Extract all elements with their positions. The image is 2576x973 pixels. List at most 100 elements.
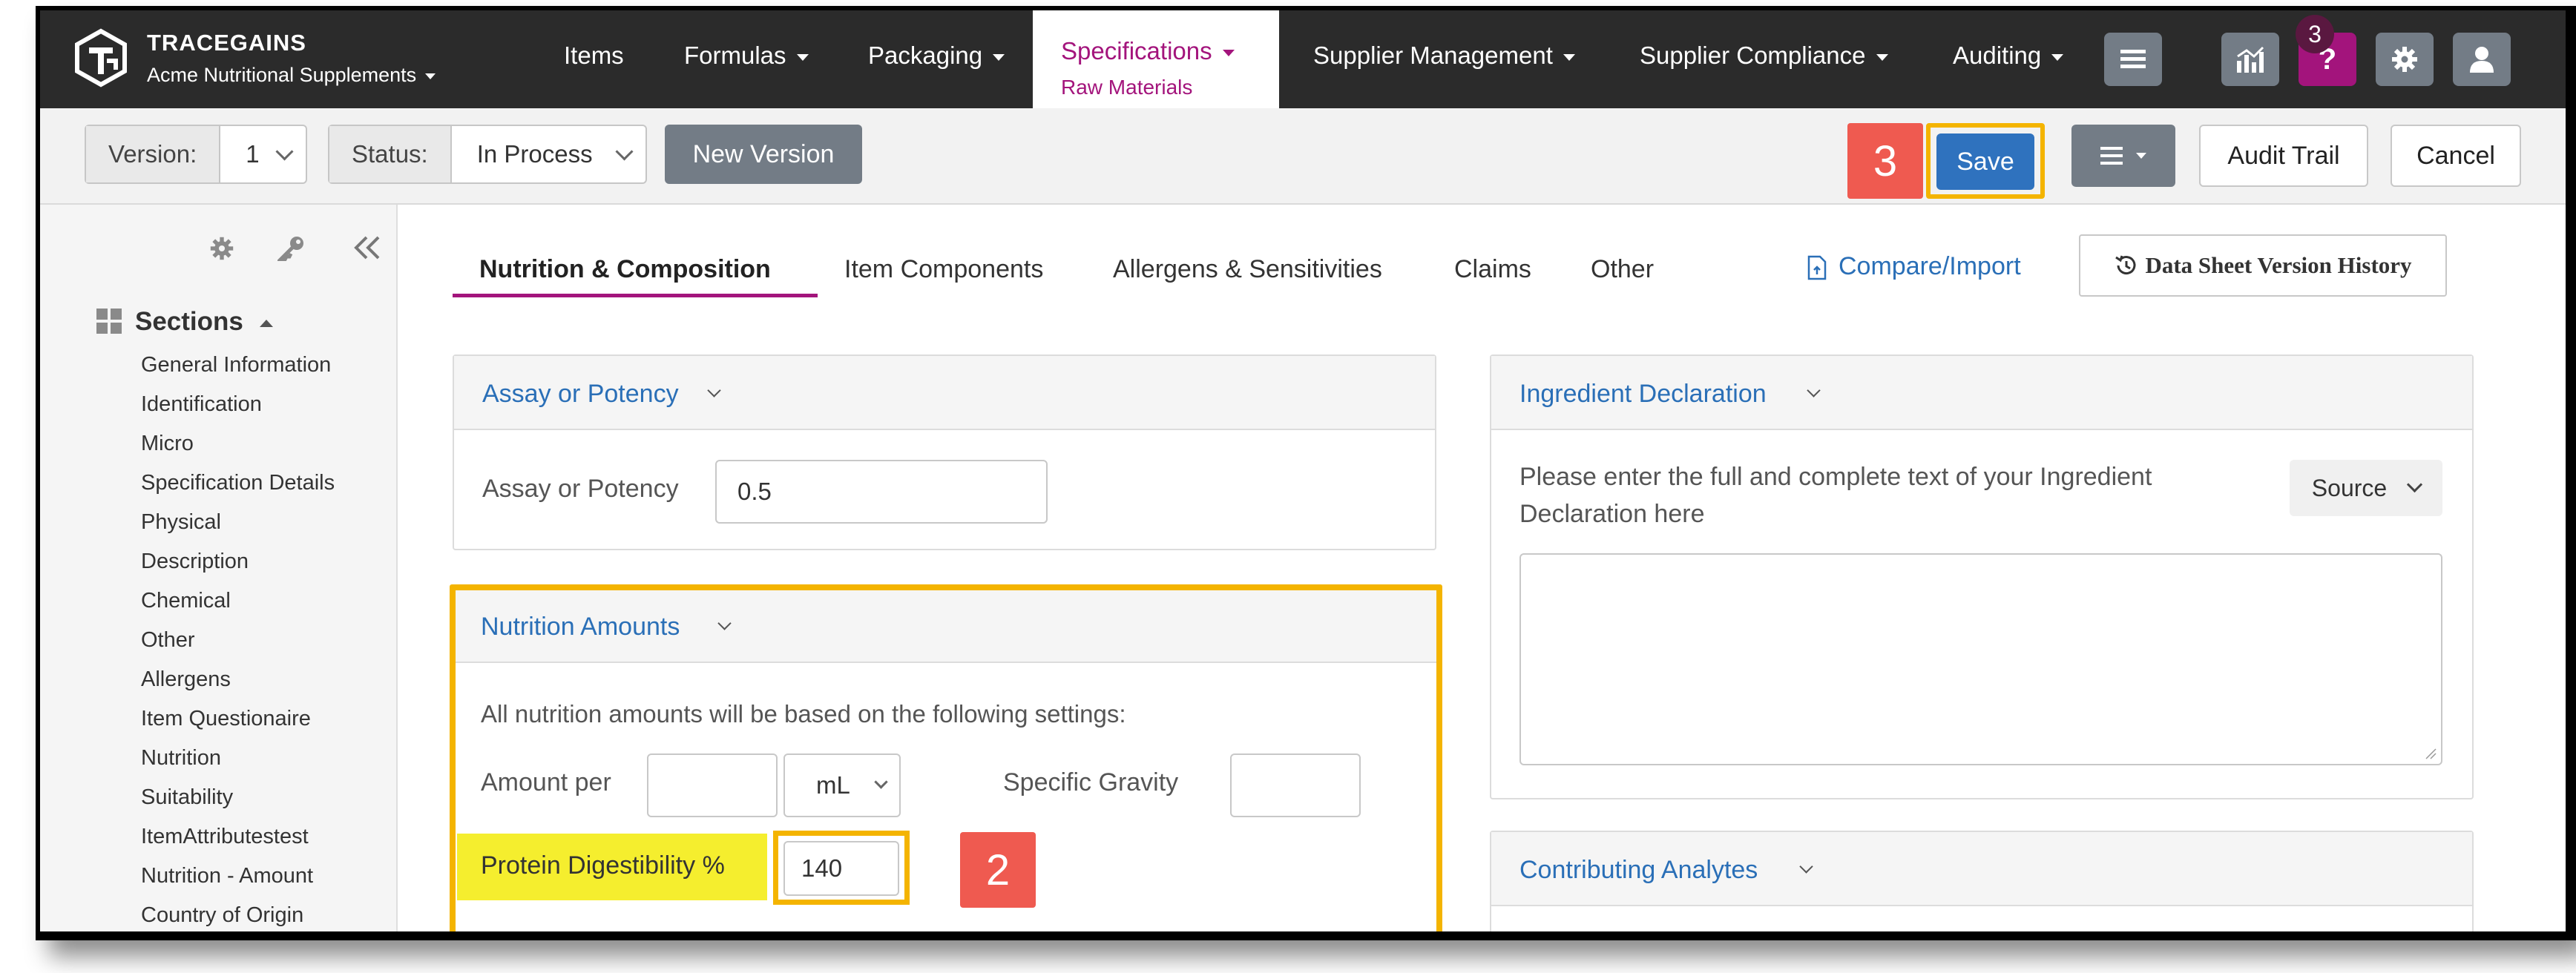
ingredient-declaration-title: Ingredient Declaration <box>1519 380 1767 408</box>
tab-claims[interactable]: Claims <box>1454 255 1531 284</box>
assay-potency-field-label: Assay or Potency <box>482 475 679 503</box>
chevron-down-icon <box>2051 53 2064 61</box>
key-icon[interactable] <box>277 236 306 261</box>
new-version-button[interactable]: New Version <box>665 125 862 184</box>
assay-potency-input[interactable]: 0.5 <box>715 460 1048 524</box>
chevron-down-icon <box>2136 153 2146 159</box>
actions-menu-button[interactable] <box>2071 125 2175 187</box>
nav-formulas[interactable]: Formulas <box>684 42 809 70</box>
nav-specifications-subtitle: Raw Materials <box>1061 76 1193 99</box>
status-select[interactable]: Status: In Process <box>328 125 647 184</box>
tenant-name: Acme Nutritional Supplements <box>147 64 417 86</box>
nav-supplier-management[interactable]: Supplier Management <box>1313 42 1575 70</box>
contributing-analytes-title: Contributing Analytes <box>1519 856 1758 884</box>
nav-auditing-label: Auditing <box>1953 42 2042 69</box>
contributing-analytes-panel: Contributing Analytes <box>1490 831 2474 931</box>
sidebar-item-suitability[interactable]: Suitability <box>141 785 233 810</box>
assay-potency-header[interactable]: Assay or Potency <box>454 356 1435 430</box>
nav-specifications-label: Specifications <box>1061 37 1212 65</box>
sidebar-item-micro[interactable]: Micro <box>141 432 194 456</box>
chevron-down-icon <box>425 73 436 79</box>
main-menu-button[interactable] <box>2104 33 2162 86</box>
active-tab-indicator <box>453 294 818 297</box>
app-window: TRACEGAINS Acme Nutritional Supplements … <box>36 6 2576 940</box>
analytics-icon <box>2237 46 2264 73</box>
chevron-down-icon <box>1799 860 1813 874</box>
compare-import-label: Compare/Import <box>1839 252 2021 280</box>
version-select[interactable]: Version: 1 <box>85 125 307 184</box>
sidebar-item-allergens[interactable]: Allergens <box>141 667 231 692</box>
sidebar-item-country-of-origin[interactable]: Country of Origin <box>141 903 303 928</box>
contributing-analytes-header[interactable]: Contributing Analytes <box>1491 832 2472 906</box>
document-icon <box>1807 255 1827 280</box>
compare-import-link[interactable]: Compare/Import <box>1807 252 2021 281</box>
chevron-down-icon <box>1807 383 1821 398</box>
nav-auditing[interactable]: Auditing <box>1953 42 2064 70</box>
nav-items[interactable]: Items <box>564 42 624 70</box>
version-label: Version: <box>86 126 221 182</box>
tab-item-components[interactable]: Item Components <box>844 255 1043 284</box>
ingredient-declaration-header[interactable]: Ingredient Declaration <box>1491 356 2472 430</box>
user-menu-button[interactable] <box>2453 33 2511 86</box>
menu-icon <box>2120 50 2146 68</box>
tracegains-logo-icon[interactable] <box>74 28 128 88</box>
sidebar-item-general-information[interactable]: General Information <box>141 353 331 377</box>
sections-sidebar: Sections General Information Identificat… <box>40 205 398 931</box>
sidebar-item-itemattributestest[interactable]: ItemAttributestest <box>141 825 309 849</box>
nav-supplier-management-label: Supplier Management <box>1313 42 1553 69</box>
brand-name: TRACEGAINS <box>147 30 306 56</box>
sidebar-item-nutrition[interactable]: Nutrition <box>141 746 221 771</box>
analytics-button[interactable] <box>2221 33 2279 86</box>
settings-button[interactable] <box>2376 33 2434 86</box>
sidebar-item-other[interactable]: Other <box>141 628 195 653</box>
status-value: In Process <box>476 140 593 168</box>
version-toolbar: Version: 1 Status: In Process New Versio… <box>40 108 2566 205</box>
nutrition-amounts-highlight-box <box>450 584 1442 931</box>
source-label: Source <box>2311 474 2388 501</box>
chevron-down-icon <box>1563 53 1575 61</box>
cancel-button[interactable]: Cancel <box>2391 125 2521 187</box>
nav-supplier-compliance[interactable]: Supplier Compliance <box>1640 42 1888 70</box>
chevron-down-icon <box>707 383 721 398</box>
nav-packaging[interactable]: Packaging <box>868 42 1005 70</box>
sidebar-item-nutrition-amount[interactable]: Nutrition - Amount <box>141 864 313 888</box>
resize-handle-icon[interactable] <box>2425 748 2437 759</box>
gear-icon[interactable] <box>209 236 234 261</box>
assay-potency-title: Assay or Potency <box>482 380 679 408</box>
source-dropdown-button[interactable]: Source <box>2290 460 2442 516</box>
nav-items-label: Items <box>564 42 624 69</box>
sidebar-item-identification[interactable]: Identification <box>141 392 262 417</box>
tab-other[interactable]: Other <box>1591 255 1654 284</box>
sections-title: Sections <box>135 307 243 336</box>
tab-allergens-sensitivities[interactable]: Allergens & Sensitivities <box>1113 255 1382 284</box>
data-sheet-version-history-button[interactable]: Data Sheet Version History <box>2079 234 2447 297</box>
sections-header[interactable]: Sections <box>135 307 273 337</box>
status-label: Status: <box>329 126 452 182</box>
collapse-sidebar-icon[interactable] <box>353 236 381 260</box>
tab-nutrition-composition[interactable]: Nutrition & Composition <box>479 255 771 284</box>
audit-trail-button[interactable]: Audit Trail <box>2199 125 2368 187</box>
nav-supplier-compliance-label: Supplier Compliance <box>1640 42 1866 69</box>
tenant-switcher[interactable]: Acme Nutritional Supplements <box>147 64 436 87</box>
sidebar-item-physical[interactable]: Physical <box>141 510 221 535</box>
version-value: 1 <box>246 140 260 168</box>
ingredient-declaration-panel: Ingredient Declaration Please enter the … <box>1490 354 2474 799</box>
sidebar-item-item-questionaire[interactable]: Item Questionaire <box>141 707 311 731</box>
nav-specifications[interactable]: Specifications Raw Materials <box>1033 10 1279 111</box>
save-button[interactable]: Save <box>1936 133 2034 190</box>
sidebar-item-specification-details[interactable]: Specification Details <box>141 471 335 495</box>
gear-icon <box>2392 47 2417 72</box>
sidebar-item-description[interactable]: Description <box>141 550 249 574</box>
step-3-callout: 3 <box>1847 123 1923 199</box>
menu-icon <box>2100 147 2123 165</box>
history-icon <box>2115 255 2136 275</box>
ingredient-declaration-textarea[interactable] <box>1519 553 2442 765</box>
sidebar-item-chemical[interactable]: Chemical <box>141 589 231 613</box>
top-navigation-bar: TRACEGAINS Acme Nutritional Supplements … <box>40 10 2566 111</box>
sections-grid-icon <box>96 309 122 334</box>
chevron-down-icon <box>993 53 1005 61</box>
chevron-up-icon <box>259 319 273 327</box>
notification-badge: 3 <box>2296 15 2334 53</box>
chevron-down-icon <box>2407 476 2423 492</box>
chevron-down-icon <box>1222 49 1235 56</box>
